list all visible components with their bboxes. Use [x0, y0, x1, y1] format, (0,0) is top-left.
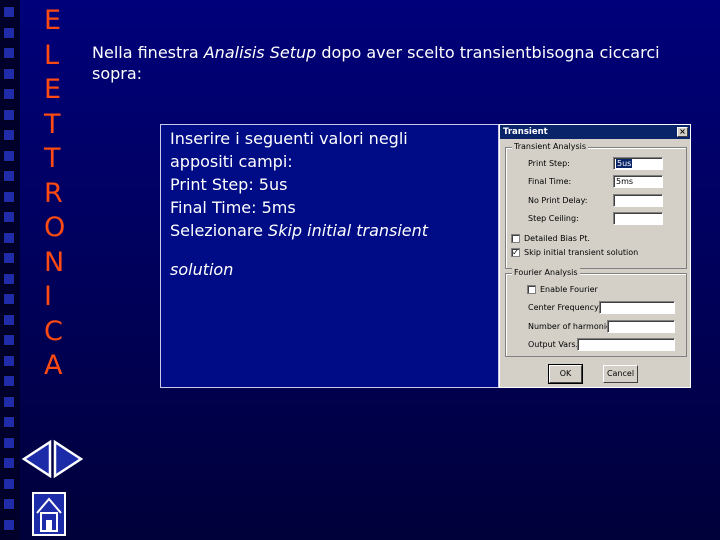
home-button[interactable] [31, 491, 67, 537]
decorative-square [3, 190, 15, 203]
panel-word: Inserire [170, 129, 231, 148]
instructions-panel: Inserire i seguenti valori negli apposit… [160, 124, 499, 388]
center-frequency-label: Center Frequency: [528, 303, 601, 312]
skip-initial-checkbox[interactable]: ✓ [511, 248, 520, 257]
center-frequency-input[interactable] [599, 301, 675, 314]
checkmark-icon: ✓ [512, 248, 519, 257]
decorative-square [3, 436, 15, 449]
step-ceiling-label: Step Ceiling: [528, 214, 579, 223]
vertical-letter: I [44, 281, 52, 312]
vertical-letter: T [44, 143, 61, 174]
panel-line-6-text: solution [170, 260, 234, 279]
no-print-delay-label: No Print Delay: [528, 196, 588, 205]
decorative-square [3, 354, 15, 367]
decorative-square [3, 231, 15, 244]
panel-line-1: Inserire i seguenti valori negli [170, 127, 484, 150]
print-step-label: Print Step: [528, 159, 570, 168]
decorative-square [3, 293, 15, 305]
triangle-right-icon [53, 439, 84, 479]
decorative-square [3, 129, 15, 141]
decorative-square [3, 272, 15, 285]
decorative-square [3, 477, 15, 490]
panel-line-5-emphasis: Skip initial transient [268, 221, 429, 240]
panel-word: seguenti [244, 129, 314, 148]
print-step-input[interactable]: 5us [613, 157, 663, 170]
decorative-square [3, 416, 15, 428]
harmonics-label: Number of harmonics: [528, 322, 618, 331]
step-ceiling-input[interactable] [613, 212, 663, 225]
panel-line-5-prefix: Selezionare [170, 221, 269, 240]
output-vars-input[interactable] [577, 338, 675, 351]
decorative-square [3, 375, 15, 387]
enable-fourier-label: Enable Fourier [540, 285, 598, 294]
decorative-square [3, 498, 15, 510]
decorative-square [3, 313, 15, 326]
vertical-letter: T [44, 108, 61, 140]
vertical-letter: E [44, 5, 62, 36]
vertical-letter: O [44, 212, 66, 243]
dialog-title: Transient [503, 127, 548, 137]
home-icon [32, 492, 66, 536]
transient-dialog: Transient × Transient Analysis Print Ste… [499, 124, 691, 388]
detailed-bias-label: Detailed Bias Pt. [524, 234, 590, 243]
decorative-square [3, 88, 15, 100]
decorative-square [3, 211, 15, 223]
intro-text: Nella finestra Analisis Setup dopo aver … [92, 42, 682, 84]
panel-line-2: appositi campi: [170, 152, 293, 171]
decorative-square [3, 67, 15, 80]
decorative-square [3, 252, 15, 264]
enable-fourier-checkbox[interactable] [527, 285, 536, 294]
decorative-square [3, 334, 15, 346]
vertical-letter: R [44, 177, 63, 209]
harmonics-input[interactable] [607, 320, 675, 333]
group-title-fourier: Fourier Analysis [512, 268, 580, 278]
panel-line-4: Final Time: 5ms [170, 198, 296, 217]
print-step-value: 5us [616, 159, 633, 168]
forward-button[interactable] [52, 439, 84, 479]
final-time-label: Final Time: [528, 177, 572, 186]
ok-button[interactable]: OK [548, 364, 583, 384]
panel-gap [170, 242, 490, 258]
no-print-delay-input[interactable] [613, 194, 663, 207]
group-title-transient: Transient Analysis [512, 142, 588, 152]
decorative-square [3, 26, 15, 39]
triangle-left-icon [21, 439, 52, 479]
vertical-letter: N [44, 246, 65, 278]
cancel-button[interactable]: Cancel [603, 365, 638, 383]
vertical-letter: L [44, 39, 60, 71]
close-icon[interactable]: × [677, 127, 688, 137]
vertical-letter: E [44, 74, 62, 105]
vertical-letter: A [44, 350, 63, 381]
panel-word: valori negli [319, 129, 408, 148]
decorative-square [3, 518, 15, 531]
decorative-square [3, 6, 15, 18]
output-vars-label: Output Vars.: [528, 340, 581, 349]
decorative-square [3, 47, 15, 59]
decorative-square [3, 395, 15, 408]
final-time-input[interactable]: 5ms [613, 175, 663, 188]
detailed-bias-checkbox[interactable] [511, 234, 520, 243]
skip-initial-label: Skip initial transient solution [524, 248, 639, 257]
dialog-titlebar: Transient × [500, 125, 690, 139]
back-button[interactable] [21, 439, 53, 479]
intro-emphasis: Analisis Setup [203, 43, 317, 62]
panel-line-6: solution [170, 258, 490, 281]
decorative-square [3, 108, 15, 121]
panel-word: i [235, 129, 240, 148]
decorative-square [3, 170, 15, 182]
intro-prefix: Nella finestra [92, 43, 204, 62]
panel-line-3: Print Step: 5us [170, 175, 288, 194]
decorative-square [3, 457, 15, 469]
vertical-letter: C [44, 315, 63, 347]
decorative-square [3, 149, 15, 162]
panel-line-5: Selezionare Skip initial transient [170, 219, 490, 242]
decorative-strip [0, 0, 20, 540]
